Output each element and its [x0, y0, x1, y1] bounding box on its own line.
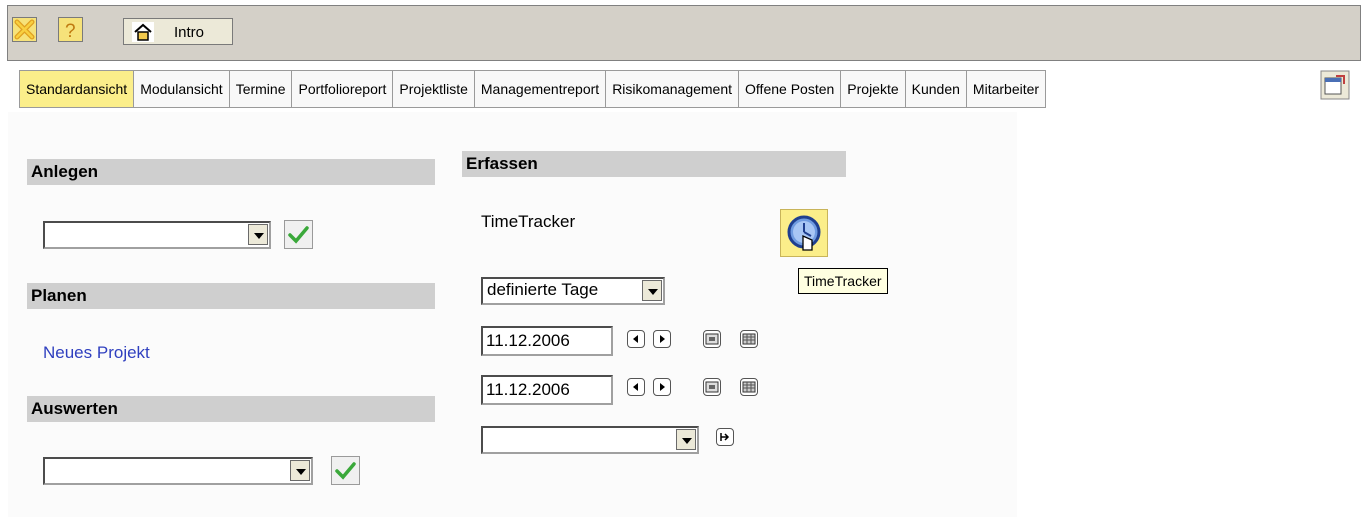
section-planen: Planen [27, 283, 435, 309]
tab-kunden[interactable]: Kunden [904, 70, 966, 108]
go-button[interactable] [716, 428, 734, 446]
clock-icon [787, 215, 821, 251]
tab-termine[interactable]: Termine [228, 70, 292, 108]
intro-button[interactable]: Intro [123, 18, 233, 45]
close-x-icon [13, 18, 36, 41]
checkmark-icon [335, 462, 356, 480]
timetracker-button[interactable] [780, 209, 828, 257]
tab-risikomanagement[interactable]: Risikomanagement [605, 70, 739, 108]
date-from-input[interactable]: 11.12.2006 [481, 326, 613, 356]
calendar-grid-icon [742, 381, 756, 393]
tab-portfolioreport[interactable]: Portfolioreport [291, 70, 393, 108]
section-anlegen: Anlegen [27, 159, 435, 185]
auswerten-select[interactable] [43, 457, 313, 485]
next-day-button[interactable] [653, 330, 671, 348]
next-day-button[interactable] [653, 378, 671, 396]
chevron-down-icon[interactable] [248, 224, 268, 245]
tab-projekte[interactable]: Projekte [840, 70, 905, 108]
close-button[interactable] [12, 17, 37, 42]
chevron-down-icon[interactable] [290, 460, 310, 481]
section-auswerten-title: Auswerten [31, 399, 118, 418]
tab-managementreport[interactable]: Managementreport [473, 70, 606, 108]
tab-modulansicht[interactable]: Modulansicht [133, 70, 229, 108]
range-select[interactable]: definierte Tage [481, 277, 665, 305]
house-icon [132, 22, 154, 42]
svg-text:?: ? [65, 21, 76, 41]
tab-standardansicht[interactable]: Standardansicht [19, 70, 134, 108]
chevron-down-icon[interactable] [676, 429, 696, 450]
calendar-grid-icon [742, 333, 756, 345]
calendar-icon [705, 381, 719, 393]
extra-select[interactable] [481, 426, 699, 454]
arrow-left-icon [633, 383, 638, 391]
section-erfassen-title: Erfassen [466, 154, 538, 173]
prev-day-button[interactable] [627, 378, 645, 396]
timetracker-tooltip: TimeTracker [798, 268, 888, 294]
section-planen-title: Planen [31, 286, 87, 305]
calendar-day-button[interactable] [703, 378, 721, 396]
calendar-day-button[interactable] [703, 330, 721, 348]
top-toolbar: ? Intro [7, 5, 1361, 61]
tab-offene-posten[interactable]: Offene Posten [738, 70, 841, 108]
calendar-month-button[interactable] [740, 330, 758, 348]
prev-day-button[interactable] [627, 330, 645, 348]
calendar-icon [705, 333, 719, 345]
tab-settings-button[interactable] [1320, 70, 1350, 100]
date-to-input[interactable]: 11.12.2006 [481, 375, 613, 405]
anlegen-select[interactable] [43, 221, 271, 249]
range-select-value: definierte Tage [487, 280, 599, 299]
window-settings-icon [1320, 70, 1350, 100]
question-icon: ? [59, 18, 82, 42]
arrow-right-icon [660, 383, 665, 391]
chevron-down-icon[interactable] [642, 280, 662, 301]
tab-projektliste[interactable]: Projektliste [392, 70, 474, 108]
arrow-left-icon [633, 335, 638, 343]
calendar-month-button[interactable] [740, 378, 758, 396]
tab-mitarbeiter[interactable]: Mitarbeiter [965, 70, 1047, 108]
intro-label: Intro [174, 24, 205, 41]
neues-projekt-link[interactable]: Neues Projekt [43, 343, 150, 363]
right-pane [1017, 117, 1355, 517]
enter-arrow-icon [720, 433, 730, 441]
help-button[interactable]: ? [58, 17, 83, 42]
checkmark-icon [288, 226, 309, 244]
tab-bar: Standardansicht Modulansicht Termine Por… [19, 70, 1047, 110]
timetracker-label: TimeTracker [481, 212, 576, 231]
section-erfassen: Erfassen [462, 151, 846, 177]
section-auswerten: Auswerten [27, 396, 435, 422]
auswerten-confirm-button[interactable] [331, 456, 360, 485]
section-anlegen-title: Anlegen [31, 162, 99, 181]
arrow-right-icon [660, 335, 665, 343]
anlegen-confirm-button[interactable] [284, 220, 313, 249]
